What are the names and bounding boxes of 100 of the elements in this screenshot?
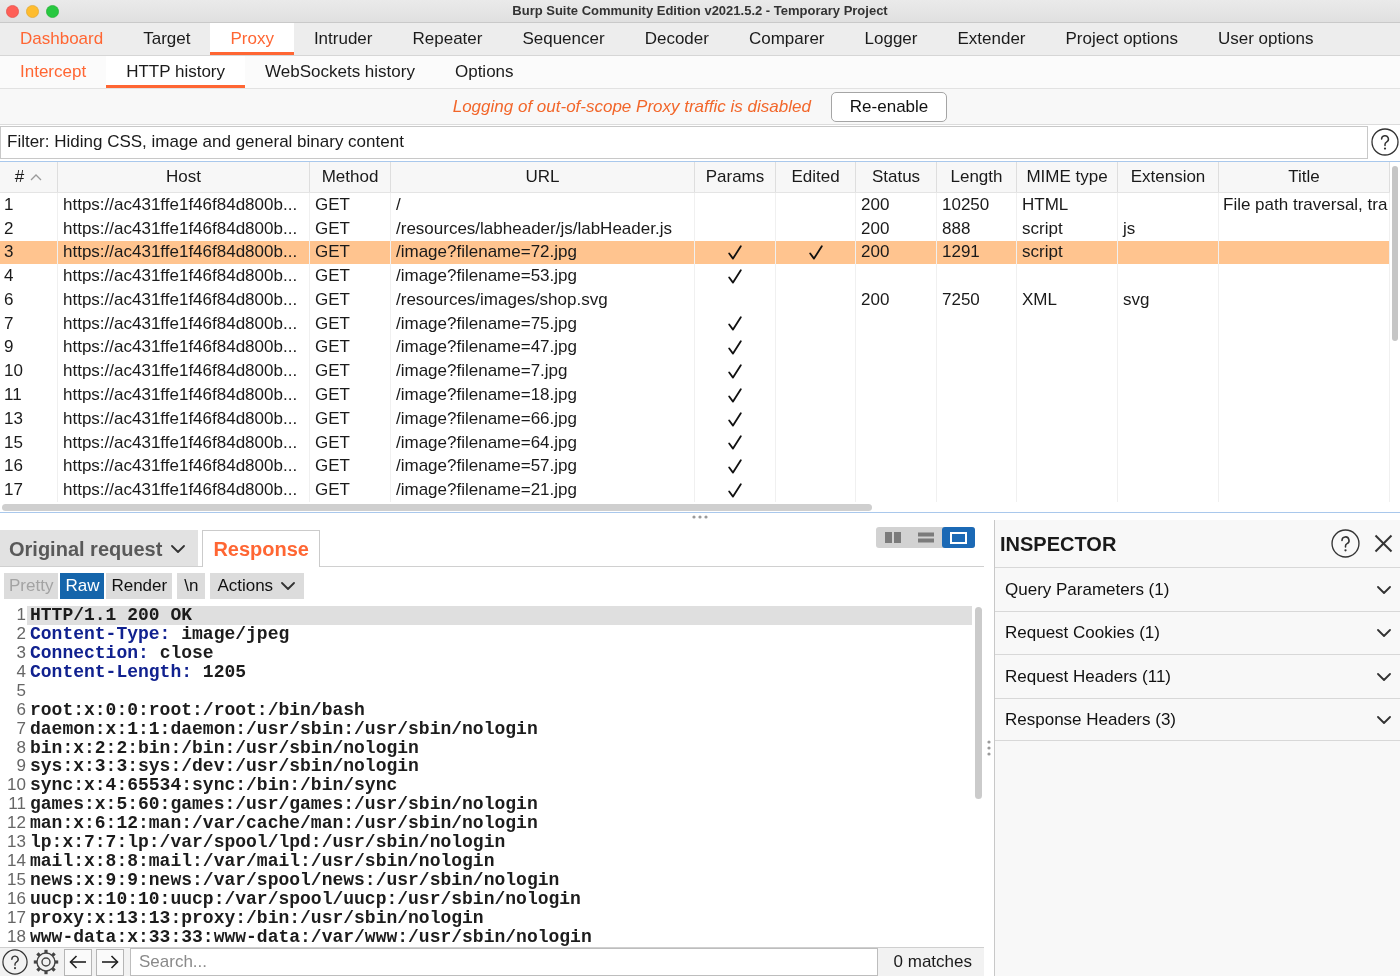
tab[interactable]: Intruder: [293, 23, 393, 55]
column-header[interactable]: Title: [1219, 162, 1390, 192]
line-number: 17: [6, 908, 27, 928]
table-cell: script: [1022, 218, 1063, 239]
table-cell: https://ac431ffe1f46f84d800b...: [63, 289, 298, 311]
filter-bar[interactable]: Filter: Hiding CSS, image and general binary content: [0, 125, 1368, 159]
layout-button[interactable]: [942, 527, 975, 549]
table-row[interactable]: 13 https://ac431ffe1f46f84d800b... GET /image?filename=66.jpg: [0, 407, 1390, 431]
column-header[interactable]: Params: [695, 162, 776, 192]
tab[interactable]: Project options: [1045, 23, 1198, 55]
code-line: uucp:x:10:10:uucp:/var/spool/uucp:/usr/sbin/nologin: [29, 889, 581, 909]
table-cell: https://ac431ffe1f46f84d800b...: [63, 456, 298, 477]
scrollbar-thumb[interactable]: [1392, 166, 1398, 341]
line-number: 13: [6, 833, 27, 852]
scrollbar-thumb[interactable]: [2, 504, 872, 512]
table-cell: GET: [315, 337, 350, 358]
column-header[interactable]: Host: [58, 162, 310, 192]
column-header[interactable]: URL: [391, 162, 695, 192]
table-cell: 2: [4, 218, 14, 239]
code-line: news:x:9:9:news:/var/spool/news:/usr/sbin/nologin: [29, 870, 560, 890]
tab[interactable]: Extender: [937, 23, 1046, 55]
drag-handle-icon[interactable]: [691, 514, 709, 519]
table-row[interactable]: 2 https://ac431ffe1f46f84d800b... GET /resources/labheader/js/labHeader.js 200 888 script js: [0, 216, 1390, 241]
actions-menu[interactable]: Actions: [210, 572, 305, 599]
newline-toggle-button[interactable]: \n: [177, 572, 206, 599]
tab[interactable]: Repeater: [392, 23, 503, 55]
column-header[interactable]: MIME type: [1017, 162, 1118, 192]
help-icon[interactable]: [2, 949, 28, 975]
inspector-section[interactable]: Response Headers (3): [995, 697, 1400, 742]
table-cell: 7250: [942, 289, 980, 311]
table-row[interactable]: 15 https://ac431ffe1f46f84d800b... GET /image?filename=64.jpg: [0, 430, 1390, 455]
code-line: sync:x:4:65534:sync:/bin:/bin/sync: [29, 776, 398, 796]
re-enable-button[interactable]: Re-enable: [830, 91, 948, 122]
table-cell: 13: [4, 408, 23, 430]
table-cell: 200: [861, 289, 890, 311]
match-count: 0 matches: [892, 951, 973, 974]
column-header[interactable]: Length: [937, 162, 1017, 192]
table-row[interactable]: 3 https://ac431ffe1f46f84d800b... GET /image?filename=72.jpg 200 1291 script: [0, 240, 1390, 265]
table-cell: /image?filename=47.jpg: [396, 337, 577, 358]
line-number: 5: [15, 681, 27, 701]
table-row[interactable]: 10 https://ac431ffe1f46f84d800b... GET /image?filename=7.jpg: [0, 359, 1390, 384]
help-icon[interactable]: [1371, 128, 1399, 156]
line-number: 10: [6, 776, 27, 796]
table-cell: /image?filename=7.jpg: [396, 361, 568, 382]
help-icon[interactable]: [1331, 529, 1360, 559]
table-cell: 10250: [942, 194, 990, 216]
table-cell: 7: [4, 313, 14, 335]
inspector-section[interactable]: Query Parameters (1): [995, 567, 1400, 611]
column-header[interactable]: Edited: [776, 162, 856, 192]
tab[interactable]: Options: [434, 56, 534, 88]
inspector-section[interactable]: Request Headers (11): [995, 654, 1400, 698]
tab[interactable]: HTTP history: [106, 56, 246, 88]
line-number: 12: [6, 814, 27, 834]
table-row[interactable]: 16 https://ac431ffe1f46f84d800b... GET /image?filename=57.jpg: [0, 454, 1390, 479]
split-columns-icon: [884, 532, 901, 544]
table-row[interactable]: 11 https://ac431ffe1f46f84d800b... GET /image?filename=18.jpg: [0, 383, 1390, 408]
table-row[interactable]: 1 https://ac431ffe1f46f84d800b... GET / 200 10250 HTML File path traversal, tra: [0, 193, 1390, 217]
scrollbar-thumb[interactable]: [975, 607, 982, 800]
format-button[interactable]: Raw: [60, 572, 105, 599]
close-icon[interactable]: [1374, 534, 1393, 554]
inspector-section[interactable]: Request Cookies (1): [995, 610, 1400, 655]
table-cell: https://ac431ffe1f46f84d800b...: [63, 432, 298, 454]
table-row[interactable]: 4 https://ac431ffe1f46f84d800b... GET /image?filename=53.jpg: [0, 264, 1390, 289]
tab[interactable]: Sequencer: [502, 23, 625, 55]
table-cell: XML: [1022, 289, 1057, 311]
back-button[interactable]: [64, 948, 92, 976]
table-cell: https://ac431ffe1f46f84d800b...: [63, 194, 298, 216]
column-header[interactable]: Status: [856, 162, 937, 192]
table-row[interactable]: 6 https://ac431ffe1f46f84d800b... GET /resources/images/shop.svg 200 7250 XML svg: [0, 288, 1390, 312]
column-header[interactable]: Method: [310, 162, 391, 192]
table-cell: GET: [315, 456, 350, 477]
table-cell: GET: [315, 289, 350, 311]
line-number: 4: [15, 663, 27, 682]
window-close-icon[interactable]: [6, 4, 19, 18]
tab[interactable]: Logger: [844, 23, 938, 55]
line-number: 16: [6, 889, 27, 909]
table-row[interactable]: 9 https://ac431ffe1f46f84d800b... GET /image?filename=47.jpg: [0, 335, 1390, 360]
settings-icon[interactable]: [32, 948, 60, 976]
column-header[interactable]: Extension: [1118, 162, 1219, 192]
forward-button[interactable]: [96, 948, 124, 976]
table-cell: GET: [315, 313, 350, 335]
table-cell: 3: [4, 242, 14, 263]
tab[interactable]: User options: [1197, 23, 1334, 55]
tab[interactable]: Decoder: [624, 23, 729, 55]
code-line: lp:x:7:7:lp:/var/spool/lpd:/usr/sbin/nologin: [29, 833, 506, 852]
line-number: 3: [15, 644, 27, 664]
tab[interactable]: Comparer: [728, 23, 845, 55]
chevron-down-icon: [281, 581, 296, 590]
column-header[interactable]: #: [0, 162, 58, 192]
tab[interactable]: WebSockets history: [245, 56, 435, 88]
table-row[interactable]: 17 https://ac431ffe1f46f84d800b... GET /image?filename=21.jpg: [0, 478, 1390, 503]
tab[interactable]: Original request: [0, 530, 199, 567]
search-field[interactable]: Search...: [130, 948, 878, 976]
code-line: daemon:x:1:1:daemon:/usr/sbin:/usr/sbin/nologin: [29, 719, 538, 739]
drag-handle-icon[interactable]: [987, 739, 991, 758]
format-button[interactable]: Render: [106, 572, 173, 599]
tab[interactable]: Target: [123, 23, 211, 55]
table-cell: 1: [4, 194, 14, 216]
code-line: bin:x:2:2:bin:/bin:/usr/sbin/nologin: [29, 738, 419, 758]
table-row[interactable]: 7 https://ac431ffe1f46f84d800b... GET /image?filename=75.jpg: [0, 312, 1390, 336]
